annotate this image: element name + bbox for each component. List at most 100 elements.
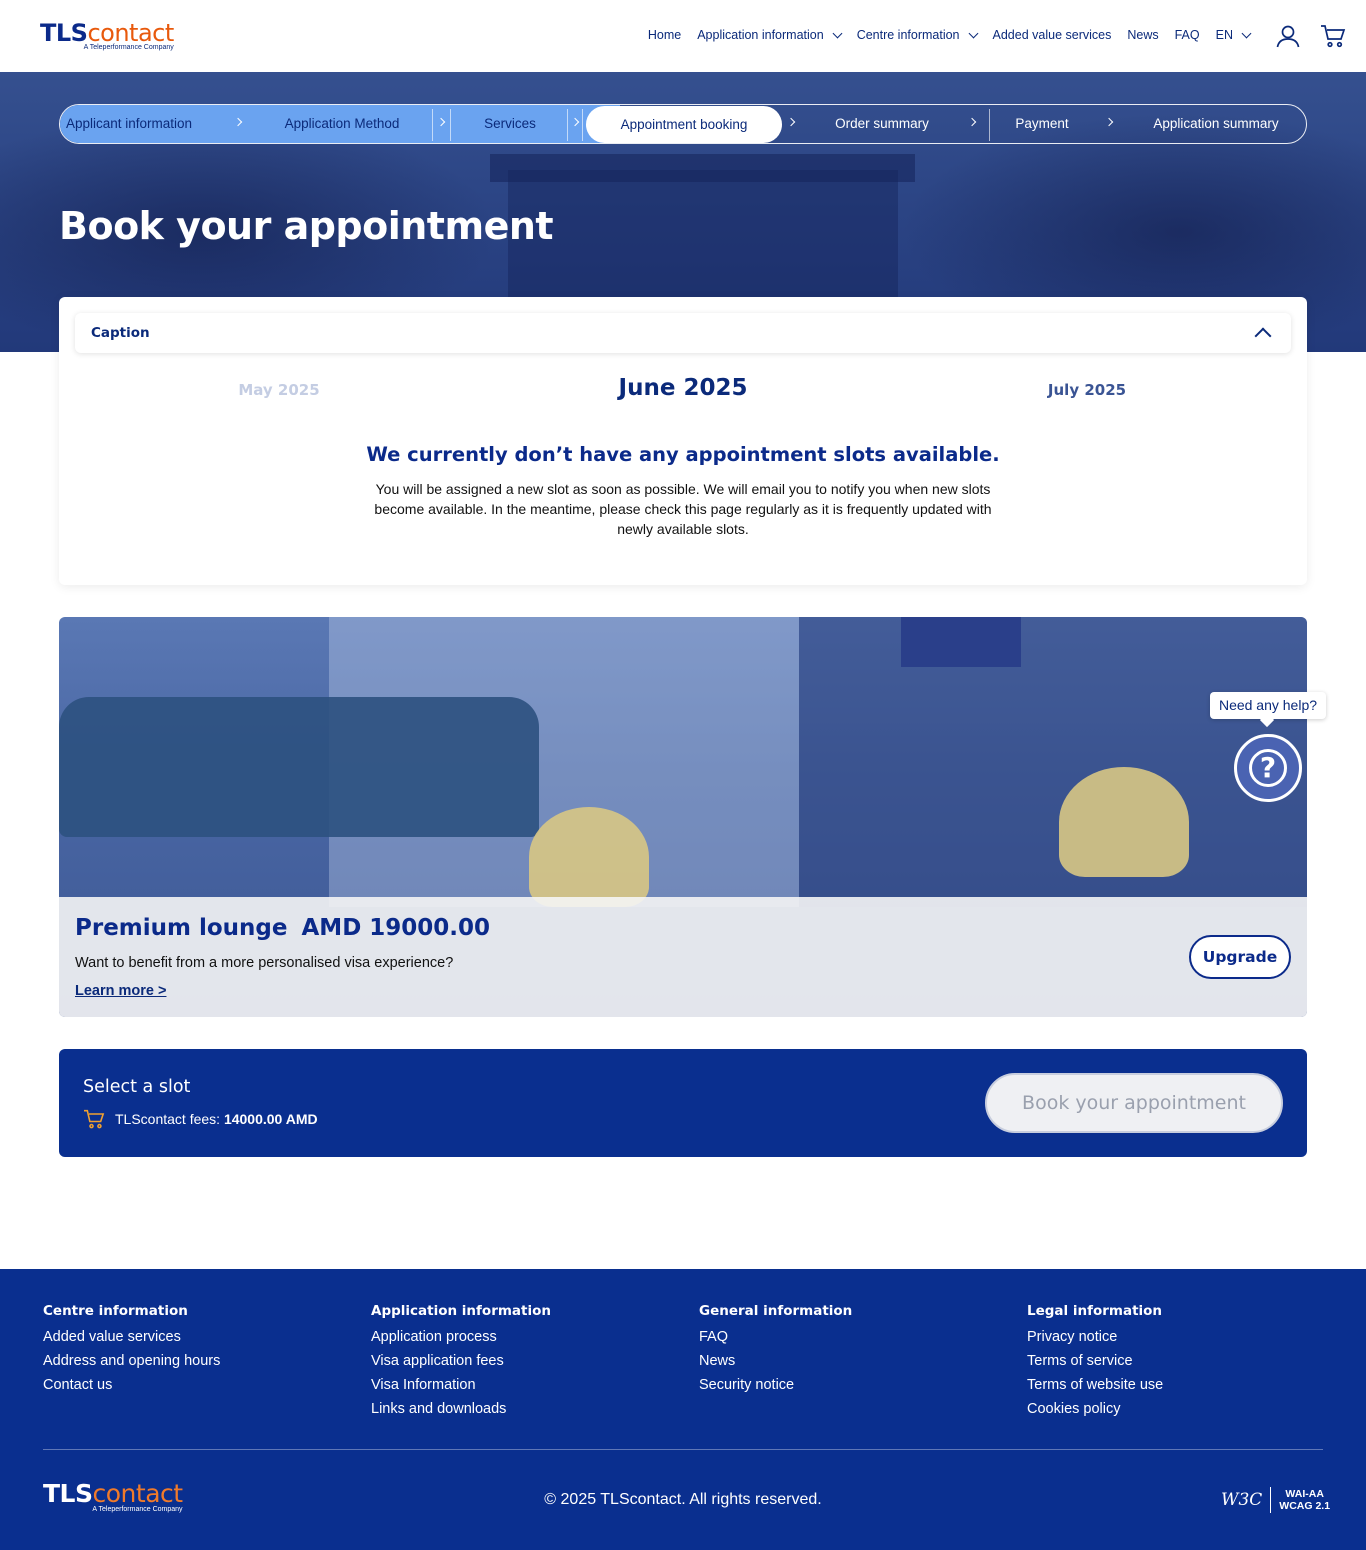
lounge-subtitle: Want to benefit from a more personalised…	[75, 955, 454, 971]
lounge-name: Premium lounge	[75, 915, 288, 941]
logo-brand-tls: TLS	[40, 19, 88, 47]
cart-icon[interactable]	[1320, 24, 1346, 48]
footer-column-general-information: General information FAQ News Security no…	[699, 1303, 999, 1397]
select-slot-label: Select a slot	[83, 1077, 191, 1097]
step-label: Application summary	[1153, 116, 1279, 131]
help-button[interactable]: ?	[1234, 734, 1302, 802]
fees-label: TLScontact fees:	[115, 1111, 221, 1127]
chevron-right-icon	[1104, 117, 1114, 127]
no-slots-message: You will be assigned a new slot as soon …	[374, 481, 992, 537]
step-applicant-information[interactable]: Applicant information	[66, 105, 210, 143]
site-header: TLScontact A Teleperformance Company Hom…	[0, 0, 1366, 72]
step-label: Application Method	[284, 116, 400, 131]
current-month: June 2025	[618, 375, 748, 401]
footer-link[interactable]: Visa application fees	[371, 1349, 671, 1373]
step-divider	[989, 109, 990, 141]
footer-link[interactable]: Contact us	[43, 1373, 343, 1397]
help-tooltip: Need any help?	[1210, 692, 1326, 719]
nav-centre-information-label: Centre information	[856, 28, 960, 42]
wcag-badge: W3C WAI-AA WCAG 2.1	[1221, 1487, 1330, 1513]
step-divider	[582, 109, 583, 141]
main-nav: Home Application information Centre info…	[648, 28, 1252, 42]
chevron-right-icon	[786, 117, 796, 127]
lounge-price: AMD 19000.00	[301, 915, 491, 941]
step-label: Order summary	[835, 116, 929, 131]
no-slots-title: We currently don’t have any appointment …	[366, 443, 1000, 466]
nav-home-label: Home	[647, 28, 682, 42]
appointment-calendar-card: Caption May 2025 June 2025 July 2025 We …	[59, 297, 1307, 585]
footer-link[interactable]: FAQ	[699, 1325, 999, 1349]
footer-heading: General information	[699, 1303, 853, 1319]
step-application-summary[interactable]: Application summary	[1132, 105, 1300, 143]
lounge-photo-sofa	[59, 697, 539, 837]
language-label: EN	[1215, 28, 1233, 42]
step-label: Appointment booking	[620, 117, 748, 132]
nav-faq[interactable]: FAQ	[1175, 28, 1200, 42]
next-month[interactable]: July 2025	[1007, 381, 1167, 399]
step-application-method[interactable]: Application Method	[266, 105, 418, 143]
nav-application-information-label: Application information	[697, 28, 824, 42]
chevron-down-icon	[1241, 28, 1252, 38]
learn-more-link[interactable]: Learn more >	[75, 983, 166, 999]
upgrade-button[interactable]: Upgrade	[1189, 935, 1291, 979]
book-appointment-button[interactable]: Book your appointment	[985, 1073, 1283, 1133]
step-divider	[432, 109, 433, 141]
lounge-photo-chair	[1059, 767, 1189, 877]
nav-news-label: News	[1127, 28, 1159, 42]
footer-column-legal-information: Legal information Privacy notice Terms o…	[1027, 1303, 1327, 1421]
help-tooltip-text: Need any help?	[1218, 697, 1318, 713]
footer-divider	[43, 1449, 1323, 1450]
logo-brand-contact: contact	[87, 19, 174, 47]
cart-icon	[84, 1109, 105, 1129]
step-label: Payment	[1015, 116, 1069, 131]
footer-link[interactable]: Security notice	[699, 1373, 999, 1397]
footer-link[interactable]: Added value services	[43, 1325, 343, 1349]
footer-link[interactable]: Links and downloads	[371, 1397, 671, 1421]
nav-faq-label: FAQ	[1174, 28, 1200, 42]
premium-lounge-banner: Premium lounge AMD 19000.00 Want to benef…	[59, 617, 1307, 1017]
lounge-photo-screen	[901, 617, 1021, 667]
step-payment[interactable]: Payment	[992, 105, 1092, 143]
user-icon[interactable]	[1276, 24, 1300, 48]
footer-link[interactable]: Terms of website use	[1027, 1373, 1327, 1397]
tlscontact-logo[interactable]: TLScontact A Teleperformance Company	[40, 20, 174, 51]
question-mark-icon: ?	[1249, 749, 1287, 787]
lounge-photo-chair	[529, 807, 649, 907]
footer-link[interactable]: Terms of service	[1027, 1349, 1327, 1373]
caption-toggle[interactable]: Caption	[75, 313, 1291, 353]
fees-line: TLScontact fees: 14000.00 AMD	[83, 1109, 318, 1129]
nav-added-value-services[interactable]: Added value services	[993, 28, 1112, 42]
step-order-summary[interactable]: Order summary	[806, 105, 958, 143]
step-label: Applicant information	[66, 116, 193, 131]
step-services[interactable]: Services	[460, 105, 560, 143]
step-appointment-booking[interactable]: Appointment booking	[586, 106, 782, 143]
footer-link[interactable]: Visa Information	[371, 1373, 671, 1397]
copyright-text: © 2025 TLScontact. All rights reserved.	[544, 1491, 822, 1508]
nav-home[interactable]: Home	[648, 28, 681, 42]
language-selector[interactable]: EN	[1215, 28, 1252, 42]
footer-link[interactable]: Address and opening hours	[43, 1349, 343, 1373]
step-divider	[450, 109, 451, 141]
nav-added-value-services-label: Added value services	[992, 28, 1112, 42]
nav-application-information[interactable]: Application information	[697, 28, 843, 42]
footer-heading: Application information	[371, 1303, 551, 1319]
wcag-text: WAI-AA WCAG 2.1	[1279, 1488, 1330, 1512]
chevron-down-icon	[832, 28, 843, 38]
chevron-right-icon	[967, 117, 977, 127]
fees-value: 14000.00 AMD	[223, 1111, 318, 1127]
footer-column-application-information: Application information Application proc…	[371, 1303, 671, 1421]
progress-stepper: Applicant information Application Method…	[59, 104, 1307, 144]
footer-link[interactable]: Application process	[371, 1325, 671, 1349]
page-title: Book your appointment	[59, 204, 554, 248]
wcag-line2: WCAG 2.1	[1279, 1500, 1331, 1512]
footer-link[interactable]: Privacy notice	[1027, 1325, 1327, 1349]
badge-divider	[1270, 1487, 1272, 1513]
footer-heading: Legal information	[1027, 1303, 1163, 1319]
nav-centre-information[interactable]: Centre information	[856, 28, 978, 42]
footer-column-centre-information: Centre information Added value services …	[43, 1303, 343, 1397]
footer-link[interactable]: Cookies policy	[1027, 1397, 1327, 1421]
chevron-down-icon	[968, 28, 978, 38]
nav-news[interactable]: News	[1127, 28, 1158, 42]
footer-link[interactable]: News	[699, 1349, 999, 1373]
lounge-photo-wall	[799, 617, 1307, 907]
